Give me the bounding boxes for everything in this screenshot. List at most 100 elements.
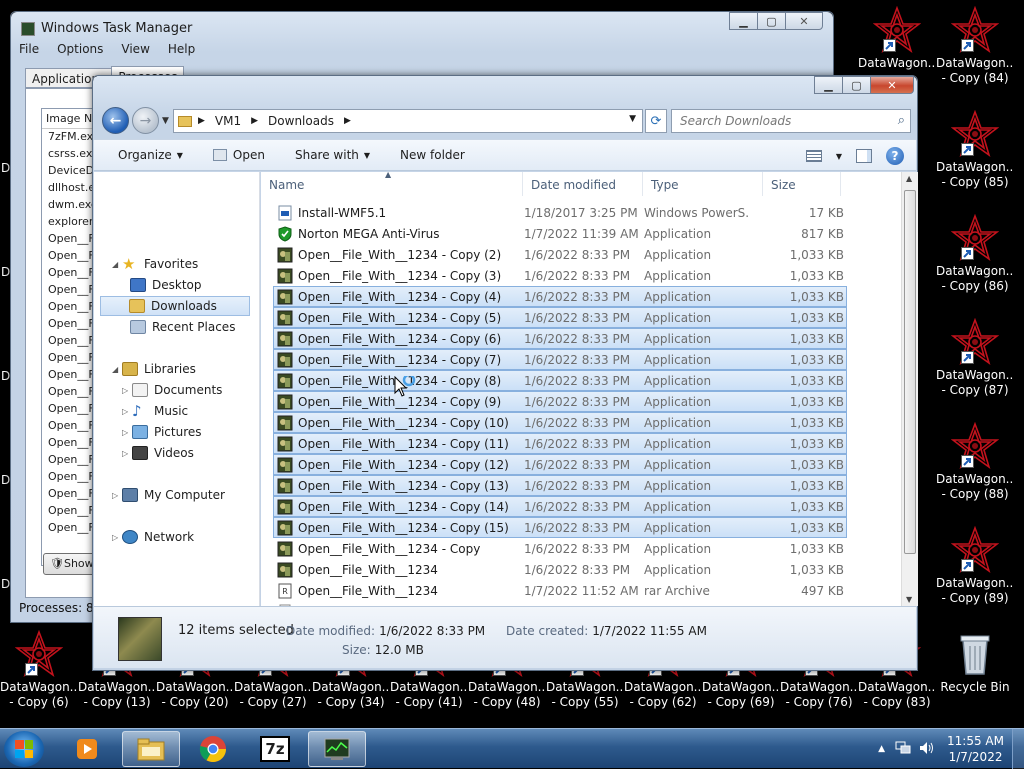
share-with-button[interactable]: Share with ▼ bbox=[295, 148, 370, 162]
chevron-down-icon[interactable]: ▼ bbox=[836, 152, 842, 161]
network-status-icon[interactable] bbox=[895, 741, 911, 758]
back-button[interactable]: ← bbox=[102, 107, 129, 134]
desktop-shortcut[interactable]: DataWagon... - Copy (6) bbox=[0, 629, 78, 710]
nav-music[interactable]: ▷ ♪ Music bbox=[122, 401, 188, 421]
taskbar-explorer[interactable] bbox=[122, 731, 180, 767]
file-row[interactable]: Norton MEGA Anti-Virus 1/7/2022 11:39 AM A… bbox=[273, 223, 847, 244]
nav-downloads[interactable]: Downloads bbox=[100, 296, 250, 316]
file-row[interactable]: Open__File_With__1234 - Copy (9) 1/6/2022… bbox=[273, 391, 847, 412]
file-row[interactable]: Open__File_With__1234 - Copy (2) 1/6/2022… bbox=[273, 244, 847, 265]
file-list[interactable]: Name ▲ Date modified Type Size Install-WM… bbox=[261, 172, 901, 606]
file-row[interactable]: Open__File_With__1234 - Copy (12) 1/6/202… bbox=[273, 454, 847, 475]
collapsed-triangle-icon[interactable]: ▷ bbox=[112, 491, 122, 500]
file-row[interactable]: Open__File_With__1234 - Copy (10) 1/6/202… bbox=[273, 412, 847, 433]
column-name[interactable]: Name ▲ bbox=[261, 172, 523, 196]
menu-view[interactable]: View bbox=[121, 42, 149, 56]
close-button[interactable]: ✕ bbox=[785, 12, 823, 30]
file-row[interactable]: R Open__File_With__1234 1/7/2022 11:52 AM r… bbox=[273, 580, 847, 601]
file-row[interactable]: Open__File_With__1234 - Copy (4) 1/6/2022… bbox=[273, 286, 847, 307]
scroll-down-icon[interactable]: ▼ bbox=[906, 595, 912, 604]
desktop-shortcut[interactable]: DataWagon... - Copy (88) bbox=[936, 421, 1014, 502]
column-type[interactable]: Type bbox=[643, 172, 763, 196]
collapsed-triangle-icon[interactable]: ▷ bbox=[122, 386, 132, 395]
file-row[interactable]: Open__File_With__1234 - Copy (8) 1/6/2022… bbox=[273, 370, 847, 391]
breadcrumb-vm1[interactable]: VM1 bbox=[215, 114, 241, 128]
nav-favorites[interactable]: ◢ ★ Favorites bbox=[112, 254, 198, 274]
column-size[interactable]: Size bbox=[763, 172, 841, 196]
clock[interactable]: 11:55 AM 1/7/2022 bbox=[947, 733, 1004, 765]
refresh-button[interactable]: ⟳ bbox=[645, 109, 667, 133]
taskbar-chrome[interactable] bbox=[184, 731, 242, 767]
minimize-button[interactable]: ▁ bbox=[814, 76, 843, 94]
menu-help[interactable]: Help bbox=[168, 42, 195, 56]
preview-pane-icon[interactable] bbox=[856, 149, 872, 163]
scroll-up-icon[interactable]: ▲ bbox=[906, 174, 912, 183]
minimize-button[interactable]: ▁ bbox=[729, 12, 758, 30]
desktop-shortcut[interactable]: DataWagon... - Copy (89) bbox=[936, 525, 1014, 606]
forward-button[interactable]: → bbox=[132, 107, 159, 134]
desktop-shortcut[interactable]: DataWagon... bbox=[858, 5, 936, 71]
file-row[interactable]: Open__File_With__1234 - Copy (11) 1/6/202… bbox=[273, 433, 847, 454]
maximize-button[interactable]: ▢ bbox=[842, 76, 871, 94]
help-icon[interactable]: ? bbox=[886, 147, 904, 165]
file-row[interactable]: Open__File_With__1234 - Copy 1/6/2022 8:3… bbox=[273, 538, 847, 559]
column-date-modified[interactable]: Date modified bbox=[523, 172, 643, 196]
taskbar-task-manager[interactable] bbox=[308, 731, 366, 767]
expanded-triangle-icon[interactable]: ◢ bbox=[112, 260, 122, 269]
menu-file[interactable]: File bbox=[19, 42, 39, 56]
desktop-shortcut[interactable]: DataWagon... - Copy (86) bbox=[936, 213, 1014, 294]
file-list-scrollbar[interactable]: ▲ ▼ bbox=[901, 172, 918, 606]
file-row[interactable]: Open__File_With__1234 - Copy (7) 1/6/2022… bbox=[273, 349, 847, 370]
collapsed-triangle-icon[interactable]: ▷ bbox=[122, 407, 132, 416]
chevron-right-icon[interactable]: ▶ bbox=[198, 116, 205, 126]
recent-pages-dropdown[interactable]: ▼ bbox=[162, 116, 169, 126]
file-size: 17 KB bbox=[808, 205, 844, 220]
search-icon[interactable]: ⌕ bbox=[898, 113, 905, 128]
chevron-right-icon[interactable]: ▶ bbox=[344, 116, 351, 126]
collapsed-triangle-icon[interactable]: ▷ bbox=[122, 449, 132, 458]
nav-recent-places[interactable]: Recent Places bbox=[130, 317, 235, 337]
nav-documents[interactable]: ▷ Documents bbox=[122, 380, 222, 400]
file-row[interactable]: Open__File_With__1234 - Copy (5) 1/6/2022… bbox=[273, 307, 847, 328]
desktop-shortcut[interactable]: DataWagon... - Copy (85) bbox=[936, 109, 1014, 190]
nav-network[interactable]: ▷ Network bbox=[112, 527, 194, 547]
open-button[interactable]: Open bbox=[212, 148, 265, 162]
desktop-shortcut[interactable]: DataWagon... - Copy (87) bbox=[936, 317, 1014, 398]
taskbar-7zip[interactable]: 7z bbox=[246, 731, 304, 767]
recycle-bin[interactable]: Recycle Bin bbox=[936, 630, 1014, 695]
volume-icon[interactable] bbox=[919, 741, 935, 758]
file-row[interactable]: Open__File_With__1234 - Copy (3) 1/6/2022… bbox=[273, 265, 847, 286]
file-row[interactable]: Open__File_With__1234 - Copy (6) 1/6/2022… bbox=[273, 328, 847, 349]
file-row[interactable]: Open__File_With__1234 - Copy (15) 1/6/202… bbox=[273, 517, 847, 538]
address-bar[interactable]: ▶ VM1 ▶ Downloads ▶ ▼ bbox=[173, 109, 643, 133]
collapsed-triangle-icon[interactable]: ▷ bbox=[122, 428, 132, 437]
show-hidden-icons-icon[interactable]: ▲ bbox=[878, 744, 885, 754]
scrollbar-thumb[interactable] bbox=[904, 190, 916, 554]
chevron-right-icon[interactable]: ▶ bbox=[251, 116, 258, 126]
expanded-triangle-icon[interactable]: ◢ bbox=[112, 365, 122, 374]
file-row[interactable]: Open__File_With__1234 - Copy (14) 1/6/202… bbox=[273, 496, 847, 517]
menu-options[interactable]: Options bbox=[57, 42, 103, 56]
file-row[interactable]: Open__File_With__1234 1/6/2022 8:33 PM App… bbox=[273, 559, 847, 580]
file-row[interactable]: Open__File_With__1234 - Copy (13) 1/6/202… bbox=[273, 475, 847, 496]
start-button[interactable] bbox=[4, 731, 44, 767]
change-view-icon[interactable] bbox=[805, 150, 822, 162]
collapsed-triangle-icon[interactable]: ▷ bbox=[112, 533, 122, 542]
maximize-button[interactable]: ▢ bbox=[757, 12, 786, 30]
desktop-shortcut[interactable]: DataWagon... - Copy (84) bbox=[936, 5, 1014, 86]
nav-videos[interactable]: ▷ Videos bbox=[122, 443, 194, 463]
file-row[interactable]: Install-WMF5.1 1/18/2017 3:25 PM Windows P… bbox=[273, 202, 847, 223]
new-folder-button[interactable]: New folder bbox=[400, 148, 465, 162]
address-dropdown-icon[interactable]: ▼ bbox=[629, 114, 636, 124]
search-input[interactable]: Search Downloads ⌕ bbox=[671, 109, 911, 133]
taskbar-media-player[interactable] bbox=[58, 731, 116, 767]
nav-my-computer[interactable]: ▷ My Computer bbox=[112, 485, 225, 505]
show-desktop-button[interactable] bbox=[1012, 729, 1024, 769]
explorer-window[interactable]: ▁ ▢ ✕ ← → ▼ ▶ VM1 ▶ Downloads ▶ ▼ ⟳ Sear… bbox=[92, 75, 918, 671]
nav-desktop[interactable]: Desktop bbox=[130, 275, 202, 295]
close-button[interactable]: ✕ bbox=[870, 76, 914, 94]
nav-libraries[interactable]: ◢ Libraries bbox=[112, 359, 196, 379]
breadcrumb-downloads[interactable]: Downloads bbox=[268, 114, 334, 128]
organize-button[interactable]: Organize ▼ bbox=[118, 148, 183, 162]
nav-pictures[interactable]: ▷ Pictures bbox=[122, 422, 202, 442]
